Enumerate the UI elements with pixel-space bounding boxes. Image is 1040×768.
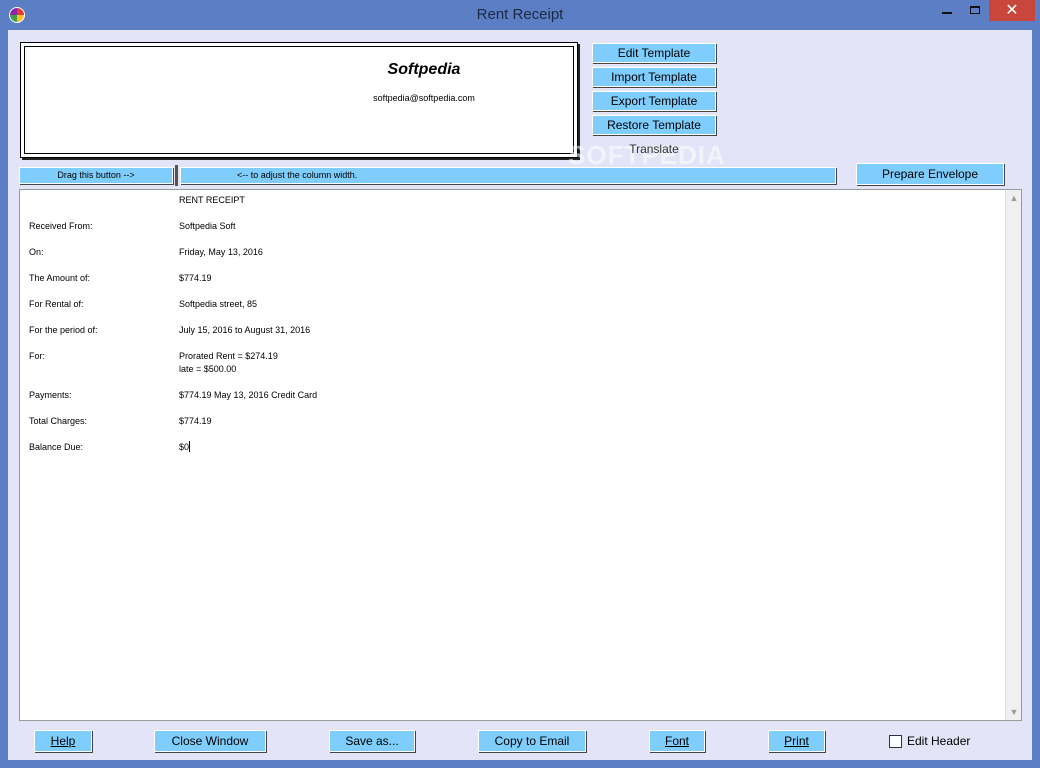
period-value[interactable]: July 15, 2016 to August 31, 2016	[179, 324, 310, 337]
close-button[interactable]: ✕	[989, 0, 1035, 21]
receipt-document[interactable]: RENT RECEIPT Received From: Softpedia So…	[19, 189, 1022, 721]
received-from-value[interactable]: Softpedia Soft	[179, 220, 236, 233]
close-icon: ✕	[1005, 2, 1019, 19]
app-window: Rent Receipt ✕ Softpedia softpedia@softp…	[0, 0, 1040, 768]
header-company-name: Softpedia	[387, 61, 461, 78]
column-divider-handle[interactable]	[175, 165, 178, 186]
maximize-button[interactable]	[962, 0, 988, 22]
maximize-icon	[970, 6, 980, 14]
received-from-label: Received From:	[29, 221, 93, 231]
minimize-button[interactable]	[934, 0, 960, 22]
edit-template-button[interactable]: Edit Template	[592, 43, 716, 63]
print-button[interactable]: Print	[768, 730, 825, 752]
scroll-up-arrow-icon[interactable]: ▲	[1006, 190, 1022, 206]
receipt-title: RENT RECEIPT	[179, 195, 245, 205]
rental-of-value[interactable]: Softpedia street, 85	[179, 298, 257, 311]
payments-label: Payments:	[29, 390, 72, 400]
amount-label: The Amount of:	[29, 273, 91, 283]
save-as-button[interactable]: Save as...	[329, 730, 415, 752]
receipt-header-preview: Softpedia softpedia@softpedia.com	[20, 42, 578, 158]
close-window-button[interactable]: Close Window	[154, 730, 266, 752]
column-drag-button[interactable]: Drag this button -->	[19, 167, 173, 184]
font-button[interactable]: Font	[649, 730, 705, 752]
text-caret	[189, 441, 191, 452]
import-template-button[interactable]: Import Template	[592, 67, 716, 87]
scroll-down-arrow-icon[interactable]: ▼	[1006, 704, 1022, 720]
client-area: Softpedia softpedia@softpedia.com Edit T…	[8, 30, 1032, 760]
print-label: Print	[784, 734, 809, 748]
header-email: softpedia@softpedia.com	[373, 93, 475, 103]
window-title: Rent Receipt	[476, 6, 564, 23]
export-template-button[interactable]: Export Template	[592, 91, 716, 111]
total-charges-value[interactable]: $774.19	[179, 415, 212, 428]
edit-header-label[interactable]: Edit Header	[907, 734, 970, 748]
on-label: On:	[29, 247, 44, 257]
help-label: Help	[50, 734, 76, 748]
edit-header-checkbox[interactable]	[889, 735, 902, 748]
period-label: For the period of:	[29, 325, 98, 335]
on-value[interactable]: Friday, May 13, 2016	[179, 246, 263, 259]
copy-to-email-button[interactable]: Copy to Email	[478, 730, 586, 752]
for-value[interactable]: Prorated Rent = $274.19	[179, 350, 278, 363]
amount-value[interactable]: $774.19	[179, 272, 212, 285]
rental-of-label: For Rental of:	[29, 299, 84, 309]
translate-button[interactable]: Translate	[592, 139, 716, 159]
title-bar[interactable]: Rent Receipt ✕	[0, 0, 1040, 30]
payments-value[interactable]: $774.19 May 13, 2016 Credit Card	[179, 389, 317, 402]
for-label: For:	[29, 351, 46, 361]
restore-template-button[interactable]: Restore Template	[592, 115, 716, 135]
balance-due-label: Balance Due:	[29, 442, 84, 452]
vertical-scrollbar[interactable]: ▲ ▼	[1005, 190, 1021, 720]
prepare-envelope-button[interactable]: Prepare Envelope	[856, 163, 1004, 185]
for-value-line2[interactable]: late = $500.00	[179, 363, 236, 376]
help-button[interactable]: Help	[34, 730, 92, 752]
balance-due-field[interactable]: $0	[179, 441, 191, 454]
balance-due-value: $0	[179, 442, 190, 452]
font-label: Font	[664, 734, 689, 748]
column-width-hint: <-- to adjust the column width.	[180, 167, 836, 184]
minimize-icon	[942, 12, 952, 14]
total-charges-label: Total Charges:	[29, 416, 88, 426]
